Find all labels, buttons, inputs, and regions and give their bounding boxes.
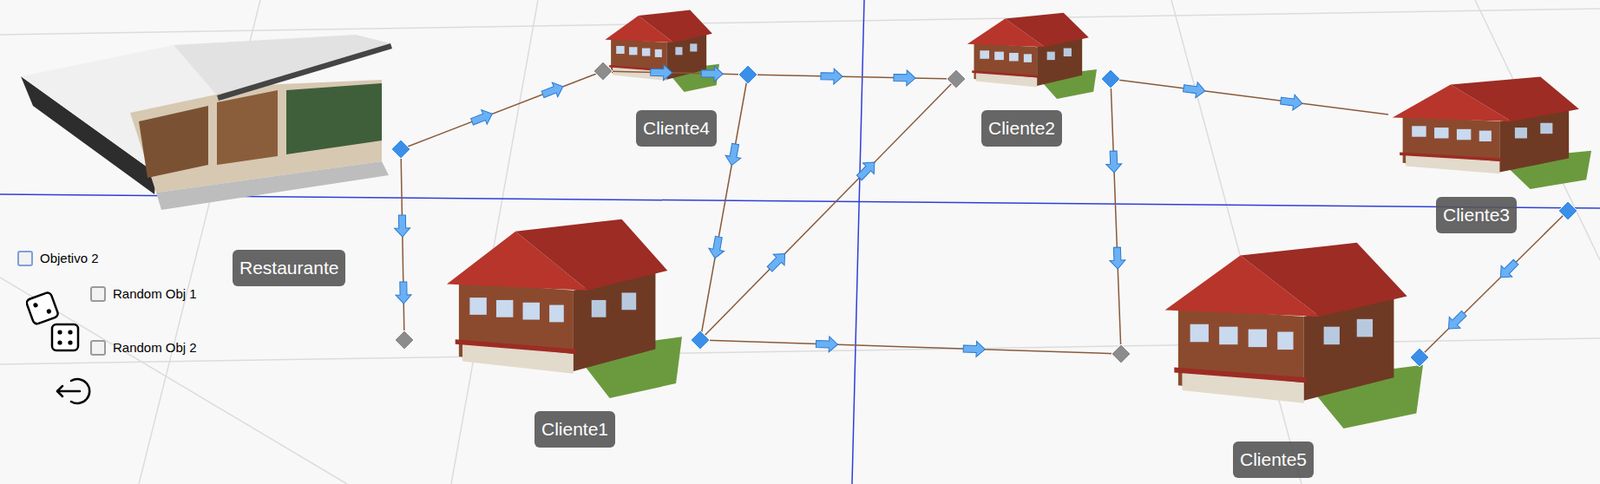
direction-arrow-icon <box>1279 92 1304 112</box>
location-label: Cliente1 <box>534 411 616 448</box>
route-node[interactable] <box>946 69 966 89</box>
direction-arrow-icon <box>393 215 410 237</box>
location-label: Cliente5 <box>1232 441 1314 479</box>
location-label: Cliente4 <box>636 110 717 147</box>
direction-arrow-icon <box>963 340 986 358</box>
exit-button[interactable] <box>53 373 99 409</box>
checkbox-label: Objetivo 2 <box>39 249 99 269</box>
location-label: Cliente2 <box>981 110 1063 147</box>
checkbox[interactable] <box>17 250 33 267</box>
direction-arrow-icon <box>820 68 843 86</box>
axis-z <box>852 0 865 484</box>
house <box>967 13 1097 99</box>
direction-arrow-icon <box>1495 256 1522 283</box>
dice-button[interactable] <box>26 289 84 356</box>
location-label: Cliente3 <box>1436 196 1517 234</box>
route-edges <box>400 71 1568 358</box>
direction-arrow-icon <box>469 106 496 130</box>
route-node[interactable] <box>1111 344 1131 364</box>
checkbox-label: Random Obj 2 <box>112 338 197 359</box>
house <box>604 10 720 92</box>
checkbox-row[interactable]: Objetivo 2 <box>17 249 197 269</box>
direction-arrow-icon <box>1108 247 1126 270</box>
dice-icon <box>26 289 84 356</box>
route-node[interactable] <box>1409 347 1430 368</box>
scene-view: Restaurante Cliente4 Cliente2 Cliente3 Clien… <box>0 0 1600 484</box>
direction-arrow-icon <box>853 157 880 184</box>
direction-arrow-icon <box>650 64 673 81</box>
direction-arrow-icon <box>764 248 791 275</box>
route-node[interactable] <box>593 61 613 81</box>
control-panel: Objetivo 2 Random Obj 1 Random Obj 2 <box>17 249 197 409</box>
route-node[interactable] <box>690 330 710 350</box>
house <box>1392 77 1592 190</box>
direction-arrow-icon <box>815 335 839 353</box>
direction-arrow-icon <box>1182 80 1207 99</box>
house <box>446 219 682 399</box>
route-node[interactable] <box>1101 69 1121 89</box>
direction-arrow-icon <box>395 281 412 304</box>
route-node[interactable] <box>394 330 414 350</box>
checkbox-row[interactable]: Random Obj 1 <box>90 284 197 305</box>
checkbox[interactable] <box>90 340 106 356</box>
exit-icon <box>53 373 96 409</box>
checkbox[interactable] <box>90 286 106 302</box>
direction-arrow-icon <box>539 78 566 102</box>
direction-arrow-icon <box>1105 150 1122 174</box>
scene-canvas <box>0 0 1600 484</box>
checkbox-label: Random Obj 1 <box>112 284 197 305</box>
direction-arrow-icon <box>893 70 916 87</box>
direction-arrow-icon <box>1442 308 1469 335</box>
direction-arrow-icon <box>701 65 723 83</box>
route-node[interactable] <box>738 65 758 85</box>
checkbox-row[interactable]: Random Obj 2 <box>90 338 197 359</box>
direction-arrow-icon <box>723 142 743 167</box>
route-node[interactable] <box>391 139 411 159</box>
house <box>1165 242 1423 429</box>
restaurant-building <box>20 34 393 210</box>
location-label: Restaurante <box>232 249 346 287</box>
direction-arrow-icon <box>707 235 727 260</box>
route-node[interactable] <box>1558 201 1578 221</box>
